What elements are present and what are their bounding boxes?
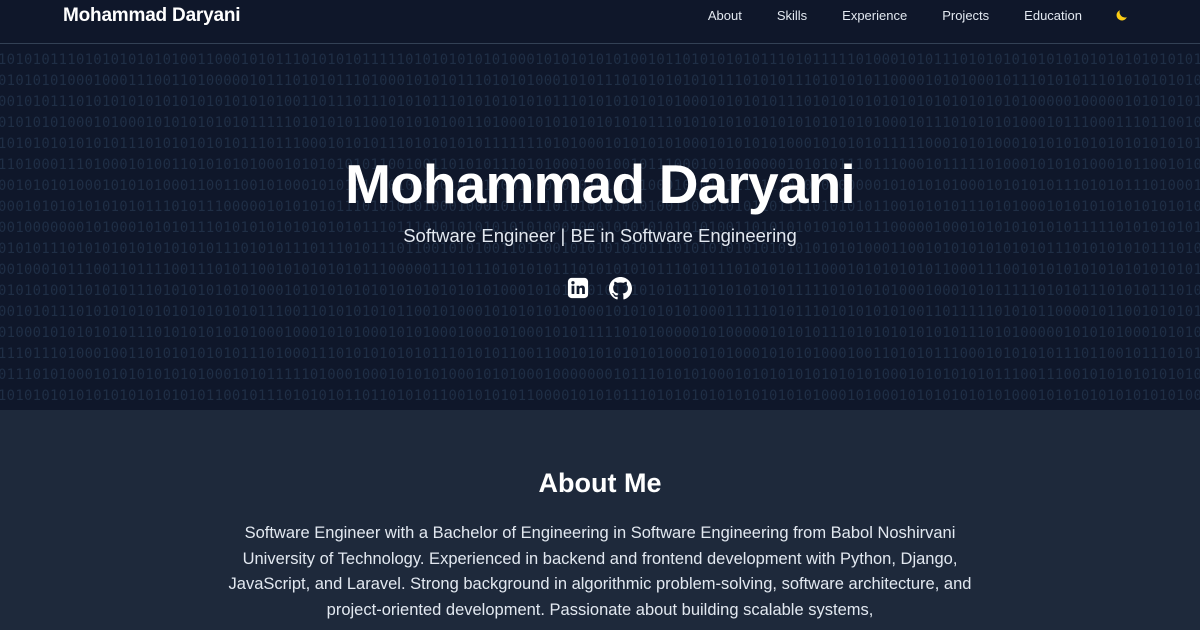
nav-link-projects[interactable]: Projects (942, 8, 989, 23)
nav-link-experience[interactable]: Experience (842, 8, 907, 23)
social-links (566, 276, 650, 300)
hero-section: 1010101110101010101010011000101011101010… (0, 44, 1200, 410)
navbar: Mohammad Daryani About Skills Experience… (0, 0, 1200, 44)
nav-link-about[interactable]: About (708, 8, 742, 23)
theme-toggle-button[interactable] (1113, 7, 1129, 23)
about-description: Software Engineer with a Bachelor of Eng… (228, 524, 972, 619)
github-link[interactable] (608, 276, 632, 300)
linkedin-link[interactable] (566, 276, 590, 300)
nav-link-skills[interactable]: Skills (777, 8, 807, 23)
nav-links: About Skills Experience Projects Educati… (708, 0, 1129, 30)
about-title: About Me (538, 468, 662, 498)
moon-icon (1116, 9, 1127, 20)
about-section: About Me Software Engineer with a Bachel… (0, 410, 1200, 630)
brand-logo[interactable]: Mohammad Daryani (63, 5, 241, 27)
hero-title: Mohammad Daryani (345, 153, 856, 215)
hero-content: Mohammad Daryani Software Engineer | BE … (0, 44, 1200, 410)
linkedin-icon (567, 277, 589, 299)
github-icon (608, 276, 632, 299)
nav-link-education[interactable]: Education (1024, 8, 1082, 23)
hero-subtitle: Software Engineer | BE in Software Engin… (403, 225, 797, 246)
